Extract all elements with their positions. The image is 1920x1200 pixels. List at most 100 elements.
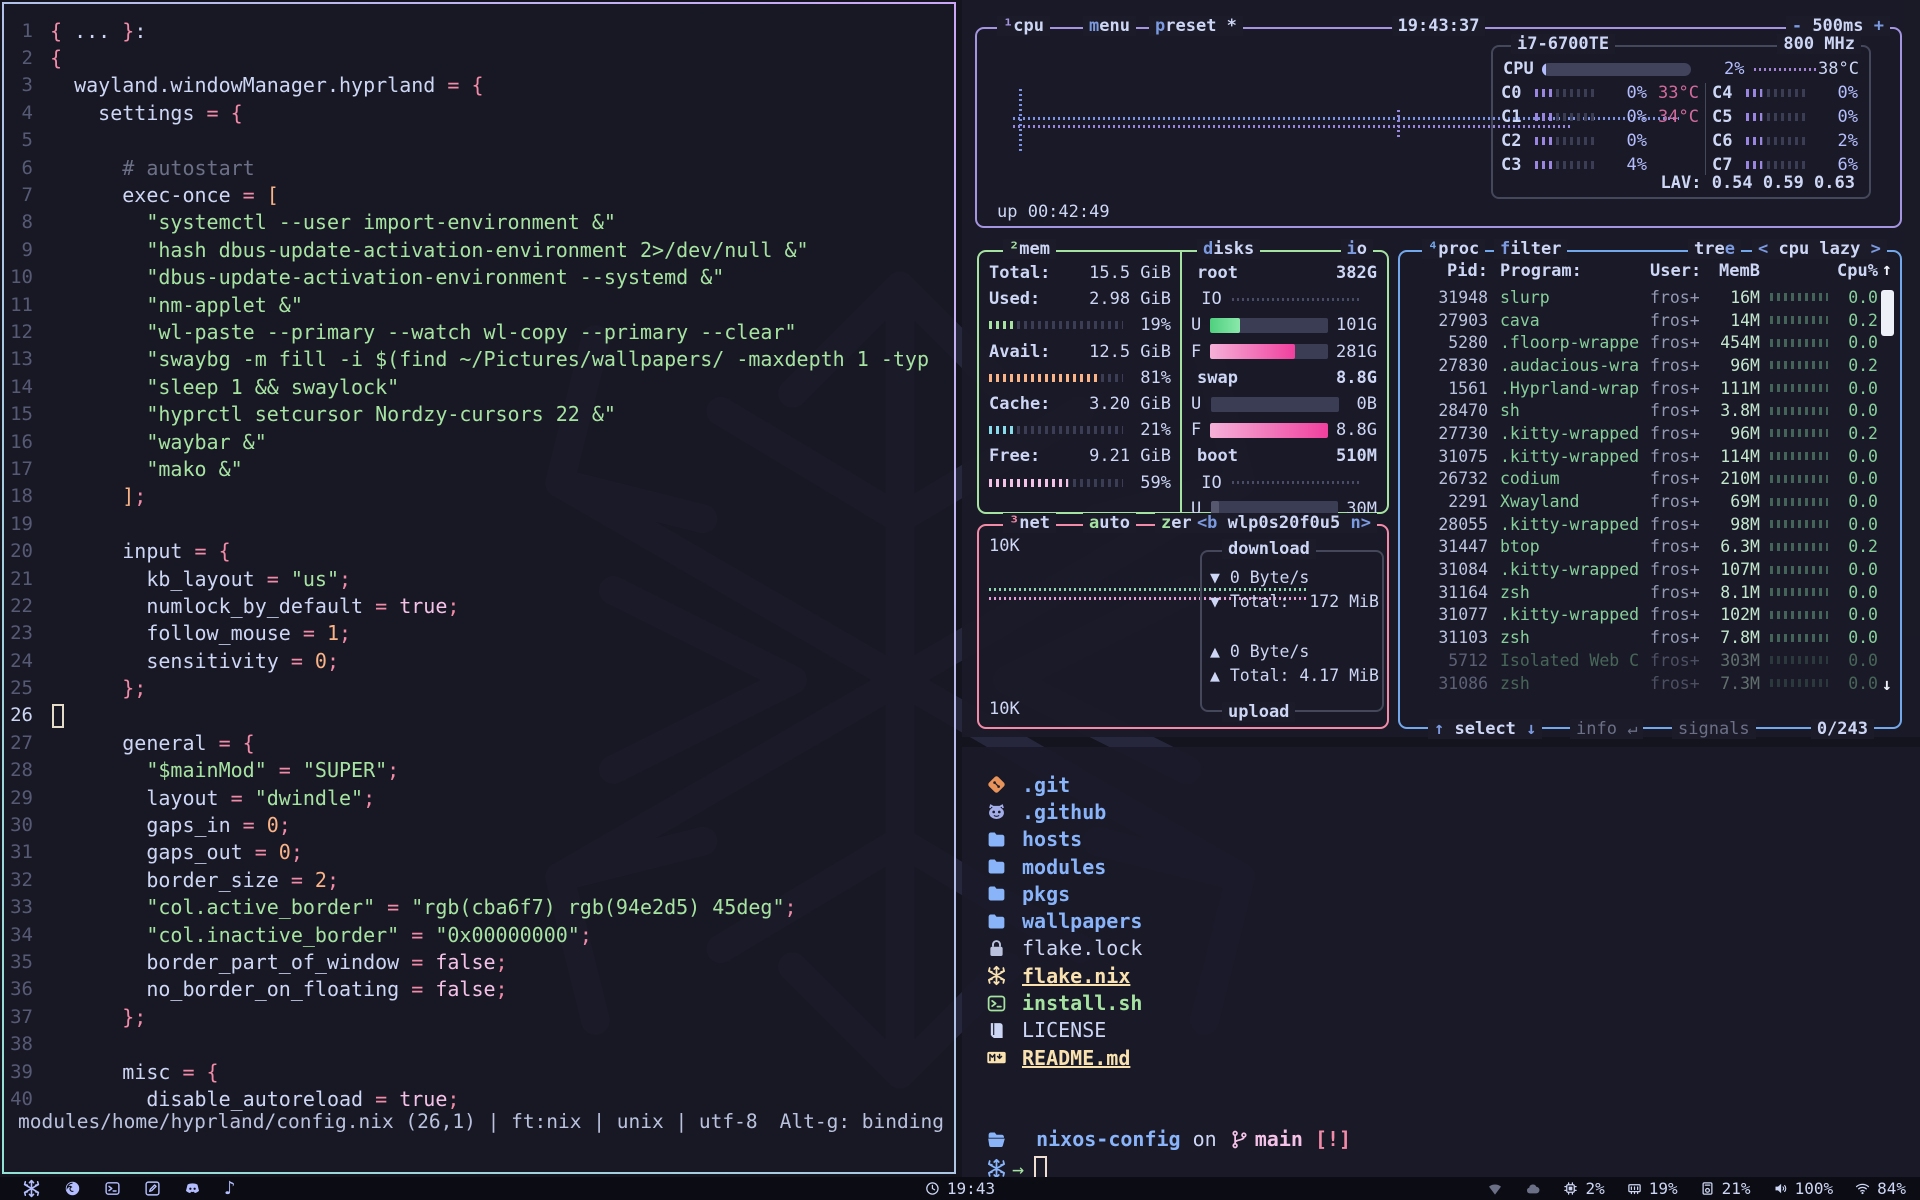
filter-button[interactable]: filter <box>1494 239 1567 259</box>
process-row[interactable]: 27903cavafros+14M0.2 <box>1400 309 1900 332</box>
editor-line[interactable]: 7 exec-once = [ <box>4 181 954 208</box>
editor-line[interactable]: 14 "sleep 1 && swaylock" <box>4 373 954 400</box>
process-row[interactable]: 26732codiumfros+210M0.0 <box>1400 468 1900 491</box>
editor-line[interactable]: 32 border_size = 2; <box>4 866 954 893</box>
waybar-clock-module[interactable]: 19:43 <box>925 1179 995 1198</box>
editor-line[interactable]: 5 <box>4 127 954 154</box>
editor-line[interactable]: 35 border_part_of_window = false; <box>4 948 954 975</box>
terminal-icon[interactable] <box>104 1180 121 1197</box>
editor-line[interactable]: 8 "systemctl --user import-environment &… <box>4 209 954 236</box>
editor-line[interactable]: 19 <box>4 510 954 537</box>
proc-box-title[interactable]: ⁴proc <box>1422 239 1485 259</box>
mem-box-title[interactable]: ²mem <box>1003 239 1056 259</box>
process-row[interactable]: 31086zshfros+7.3M0.0 <box>1400 672 1900 695</box>
waybar-stat-wifi[interactable]: 84% <box>1855 1179 1906 1198</box>
menu-button[interactable]: menu <box>1083 16 1136 36</box>
cpu-box-title[interactable]: ¹cpu <box>997 16 1050 36</box>
editor-line[interactable]: 28 "$mainMod" = "SUPER"; <box>4 757 954 784</box>
cloud-icon[interactable] <box>1525 1181 1541 1197</box>
process-row[interactable]: 28055.kitty-wrappedfros+98M0.0 <box>1400 513 1900 536</box>
editor-line[interactable]: 12 "wl-paste --primary --watch wl-copy -… <box>4 318 954 345</box>
editor-line[interactable]: 4 settings = { <box>4 99 954 126</box>
disks-toggle-button[interactable]: disks <box>1197 239 1260 259</box>
net-box-title[interactable]: ³net <box>1003 513 1056 533</box>
editor-line[interactable]: 2{ <box>4 44 954 71</box>
update-interval-control[interactable]: - 500ms + <box>1786 16 1890 36</box>
waybar-stat-memory[interactable]: 19% <box>1627 1179 1678 1198</box>
editor-line[interactable]: 23 follow_mouse = 1; <box>4 620 954 647</box>
editor-line[interactable]: 11 "nm-applet &" <box>4 291 954 318</box>
process-row[interactable]: 31103zshfros+7.8M0.0 <box>1400 626 1900 649</box>
editor-line[interactable]: 26 <box>4 702 954 729</box>
editor-line[interactable]: 22 numlock_by_default = true; <box>4 592 954 619</box>
io-toggle-button[interactable]: io <box>1341 239 1374 259</box>
process-row[interactable]: 31077.kitty-wrappedfros+102M0.0 <box>1400 604 1900 627</box>
editor-line[interactable]: 29 layout = "dwindle"; <box>4 784 954 811</box>
process-row[interactable]: 31075.kitty-wrappedfros+114M0.0 <box>1400 445 1900 468</box>
process-mem: 454M <box>1708 333 1760 352</box>
process-row[interactable]: 5712Isolated Web Cfros+303M0.0 <box>1400 649 1900 672</box>
net-interface-selector[interactable]: <b wlp0s20f0u5 n> <box>1191 513 1377 533</box>
editor-line[interactable]: 33 "col.active_border" = "rgb(cba6f7) rg… <box>4 894 954 921</box>
process-row[interactable]: 31948slurpfros+16M0.0 <box>1400 286 1900 309</box>
editor-line[interactable]: 17 "mako &" <box>4 455 954 482</box>
tree-toggle-button[interactable]: tree <box>1688 239 1741 259</box>
proc-scrollbar[interactable] <box>1881 290 1894 336</box>
process-row[interactable]: 31084.kitty-wrappedfros+107M0.0 <box>1400 558 1900 581</box>
line-content: gaps_out = 0; <box>50 840 303 864</box>
signals-control[interactable]: signals <box>1672 719 1756 739</box>
editor-line[interactable]: 24 sensitivity = 0; <box>4 647 954 674</box>
process-row[interactable]: 31164zshfros+8.1M0.0 <box>1400 581 1900 604</box>
waybar-stat-chip[interactable]: 2% <box>1563 1179 1604 1198</box>
sort-direction-icon[interactable]: ↑ <box>1882 260 1892 280</box>
process-row[interactable]: 27830.audacious-wrafros+96M0.2 <box>1400 354 1900 377</box>
editor-line[interactable]: 38 <box>4 1030 954 1057</box>
process-mem: 16M <box>1708 288 1760 307</box>
editor-line[interactable]: 36 no_border_on_floating = false; <box>4 976 954 1003</box>
process-row[interactable]: 28470shfros+3.8M0.0 <box>1400 399 1900 422</box>
process-row[interactable]: 1561.Hyprland-wrapfros+111M0.0 <box>1400 377 1900 400</box>
info-control[interactable]: info ↵ <box>1570 719 1643 739</box>
editor-line[interactable]: 13 "swaybg -m fill -i $(find ~/Pictures/… <box>4 346 954 373</box>
select-control[interactable]: ↑ select ↓ <box>1428 719 1542 739</box>
net-auto-button[interactable]: auto <box>1083 513 1136 533</box>
editor-line[interactable]: 6 # autostart <box>4 154 954 181</box>
wifi-signal-icon[interactable] <box>1487 1181 1503 1197</box>
editor-line[interactable]: 3 wayland.windowManager.hyprland = { <box>4 72 954 99</box>
editor-line[interactable]: 18 ]; <box>4 483 954 510</box>
edit-icon[interactable] <box>144 1180 161 1197</box>
process-row[interactable]: 27730.kitty-wrappedfros+96M0.2 <box>1400 422 1900 445</box>
editor-line[interactable]: 15 "hyprctl setcursor Nordzy-cursors 22 … <box>4 400 954 427</box>
editor-line[interactable]: 16 "waybar &" <box>4 428 954 455</box>
editor-line[interactable]: 40 disable_autoreload = true; <box>4 1085 954 1112</box>
editor-line[interactable]: 1{ ... }: <box>4 17 954 44</box>
waybar-stat-volume[interactable]: 100% <box>1773 1179 1834 1198</box>
editor-line[interactable]: 30 gaps_in = 0; <box>4 811 954 838</box>
editor-line[interactable]: 31 gaps_out = 0; <box>4 839 954 866</box>
music-icon[interactable]: ♪ <box>224 1180 236 1198</box>
editor-line[interactable]: 9 "hash dbus-update-activation-environme… <box>4 236 954 263</box>
editor-line[interactable]: 39 misc = { <box>4 1058 954 1085</box>
firefox-icon[interactable] <box>64 1180 81 1197</box>
process-row[interactable]: 31447btopfros+6.3M0.2 <box>1400 536 1900 559</box>
editor-line[interactable]: 10 "dbus-update-activation-environment -… <box>4 264 954 291</box>
editor-line[interactable]: 21 kb_layout = "us"; <box>4 565 954 592</box>
editor-code-area[interactable]: 1{ ... }:2{3 wayland.windowManager.hyprl… <box>4 17 954 1113</box>
editor-line[interactable]: 20 input = { <box>4 537 954 564</box>
statusline-keybinding-hint: Alt-g: binding <box>780 1110 944 1133</box>
sort-selector[interactable]: < cpu lazy > <box>1752 239 1887 259</box>
scroll-down-icon[interactable]: ↓ <box>1882 675 1892 695</box>
preset-button[interactable]: preset * <box>1149 16 1243 36</box>
terminal-window[interactable]: .git.githubhostsmodulespkgswallpapersfla… <box>962 747 1920 1177</box>
process-row[interactable]: 2291Xwaylandfros+69M0.0 <box>1400 490 1900 513</box>
process-row[interactable]: 5280.floorp-wrappefros+454M0.0 <box>1400 331 1900 354</box>
editor-line[interactable]: 25 }; <box>4 674 954 701</box>
editor-line[interactable]: 27 general = { <box>4 729 954 756</box>
waybar-stat-disk[interactable]: 21% <box>1700 1179 1751 1198</box>
nix-icon[interactable] <box>22 1179 41 1198</box>
process-name: .kitty-wrapped <box>1488 447 1650 466</box>
discord-icon[interactable] <box>184 1180 201 1197</box>
editor-line[interactable]: 34 "col.inactive_border" = "0x00000000"; <box>4 921 954 948</box>
editor-line[interactable]: 37 }; <box>4 1003 954 1030</box>
editor-window[interactable]: 1{ ... }:2{3 wayland.windowManager.hyprl… <box>2 2 956 1174</box>
